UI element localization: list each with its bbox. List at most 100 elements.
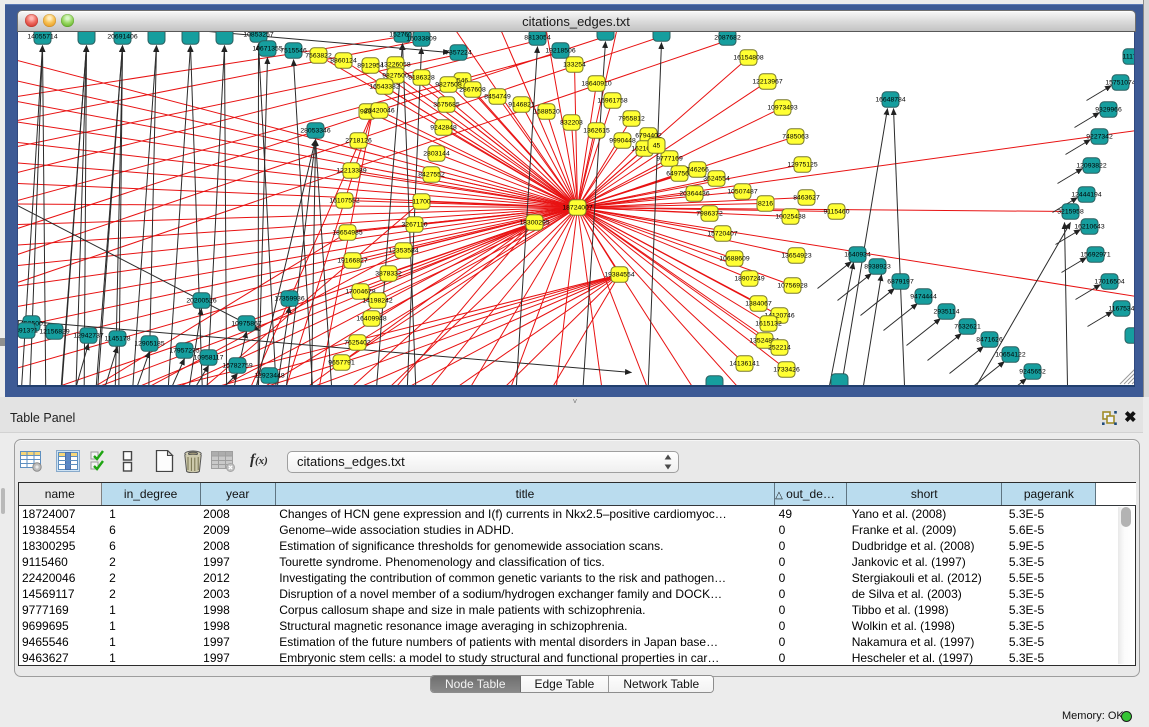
svg-text:8427552: 8427552	[418, 171, 445, 178]
svg-text:16409948: 16409948	[356, 315, 386, 322]
svg-text:16543382: 16543382	[369, 83, 399, 90]
svg-text:16782759: 16782759	[222, 362, 252, 369]
svg-text:16648784: 16648784	[875, 96, 905, 103]
svg-text:12975125: 12975125	[787, 161, 817, 168]
svg-text:14198242: 14198242	[362, 297, 392, 304]
svg-text:18907249: 18907249	[734, 275, 764, 282]
svg-text:15720407: 15720407	[707, 230, 737, 237]
svg-text:2935114: 2935114	[933, 308, 959, 315]
svg-text:7357224: 7357224	[445, 49, 472, 56]
svg-text:19218506: 19218506	[545, 47, 575, 54]
svg-text:3267110: 3267110	[401, 221, 427, 228]
svg-text:10973493: 10973493	[767, 104, 797, 111]
svg-text:18300295: 18300295	[519, 219, 549, 226]
svg-text:12213389: 12213389	[336, 167, 366, 174]
svg-text:17016504: 17016504	[1094, 278, 1124, 285]
svg-text:2718126: 2718126	[345, 137, 372, 144]
svg-text:746266: 746266	[686, 166, 709, 173]
svg-text:7485063: 7485063	[782, 133, 809, 140]
svg-text:9827508: 9827508	[435, 81, 462, 88]
svg-text:9242848: 9242848	[430, 124, 457, 131]
svg-text:3878332: 3878332	[375, 270, 402, 277]
svg-text:10671355: 10671355	[252, 45, 282, 52]
svg-text:12923448: 12923448	[254, 372, 284, 379]
svg-text:17957275: 17957275	[169, 347, 199, 354]
svg-text:16107552: 16107552	[329, 197, 359, 204]
svg-text:1362615: 1362615	[583, 127, 610, 134]
svg-text:12093822: 12093822	[1076, 162, 1106, 169]
svg-text:28053346: 28053346	[300, 127, 330, 134]
svg-text:9329966: 9329966	[1095, 106, 1122, 113]
svg-text:9990448: 9990448	[609, 137, 636, 144]
svg-text:7515546: 7515546	[280, 47, 307, 54]
svg-text:3913?1: 3913?1	[18, 327, 38, 334]
svg-text:13654923: 13654923	[781, 252, 811, 259]
svg-text:45: 45	[652, 142, 660, 149]
svg-text:20691406: 20691406	[107, 33, 137, 40]
svg-text:8216: 8216	[757, 200, 772, 207]
svg-text:12156829: 12156829	[39, 328, 69, 335]
svg-text:12353584: 12353584	[388, 247, 418, 254]
svg-text:11700: 11700	[412, 198, 431, 205]
svg-text:1733426: 1733426	[773, 366, 800, 373]
svg-text:1588520: 1588520	[533, 108, 560, 115]
svg-text:133254: 133254	[563, 61, 586, 68]
svg-text:8860124: 8860124	[330, 57, 357, 64]
svg-text:3215958: 3215958	[1057, 208, 1084, 215]
svg-text:2867608: 2867608	[459, 86, 486, 93]
svg-text:3675685: 3675685	[433, 101, 460, 108]
svg-text:15692971: 15692971	[1080, 251, 1110, 258]
svg-text:9227342: 9227342	[1086, 133, 1113, 140]
svg-text:18724007: 18724007	[562, 204, 592, 211]
svg-text:18640910: 18640910	[581, 80, 611, 87]
svg-text:9115460: 9115460	[823, 208, 849, 215]
svg-text:14055714: 14055714	[27, 33, 57, 40]
svg-text:19384554: 19384554	[604, 271, 634, 278]
svg-text:19166827: 19166827	[337, 257, 367, 264]
svg-text:7632621: 7632621	[954, 323, 981, 330]
svg-text:15751074: 15751074	[1105, 79, 1135, 86]
svg-text:8463627: 8463627	[793, 194, 820, 201]
svg-text:9245652: 9245652	[1019, 368, 1046, 375]
svg-text:3624554: 3624554	[703, 175, 730, 182]
svg-text:7563822: 7563822	[305, 52, 332, 59]
svg-text:9777169: 9777169	[656, 155, 683, 162]
svg-text:9146821: 9146821	[508, 101, 535, 108]
svg-text:9657791: 9657791	[328, 359, 355, 366]
svg-text:12942737: 12942737	[73, 332, 103, 339]
svg-text:16210643: 16210643	[1074, 223, 1104, 230]
svg-text:9474444: 9474444	[910, 293, 937, 300]
svg-text:12213967: 12213967	[752, 78, 782, 85]
svg-text:10975867: 10975867	[231, 320, 261, 327]
svg-text:1384067: 1384067	[745, 300, 772, 307]
svg-text:20364436: 20364436	[679, 190, 709, 197]
svg-text:20200526: 20200526	[186, 297, 216, 304]
svg-text:10688609: 10688609	[719, 255, 749, 262]
svg-text:8813054: 8813054	[524, 34, 551, 41]
svg-text:2087682: 2087682	[714, 34, 741, 41]
svg-text:7955812: 7955812	[618, 115, 645, 122]
svg-text:252214: 252214	[768, 344, 791, 351]
svg-text:16033809: 16033809	[406, 35, 436, 42]
svg-text:8454749: 8454749	[484, 93, 511, 100]
svg-text:10958117: 10958117	[193, 354, 223, 361]
svg-text:10853257: 10853257	[243, 32, 273, 39]
svg-text:8471626: 8471626	[976, 336, 1003, 343]
svg-text:832203: 832203	[560, 119, 583, 126]
svg-text:17359936: 17359936	[274, 295, 304, 302]
svg-text:7986372: 7986372	[696, 210, 723, 217]
svg-text:10756928: 10756928	[777, 282, 807, 289]
svg-text:8186328: 8186328	[408, 74, 435, 81]
svg-text:23420046: 23420046	[364, 107, 394, 114]
svg-text:10025438: 10025438	[775, 213, 805, 220]
svg-text:16961758: 16961758	[597, 97, 627, 104]
svg-text:16154808: 16154808	[733, 54, 763, 61]
svg-text:10654122: 10654122	[995, 351, 1025, 358]
svg-text:2803144: 2803144	[423, 150, 450, 157]
svg-text:7625402: 7625402	[344, 339, 371, 346]
svg-text:12905185: 12905185	[134, 340, 164, 347]
svg-text:11172: 11172	[1122, 53, 1135, 60]
svg-text:12444194: 12444194	[1071, 191, 1101, 198]
svg-text:18654985: 18654985	[332, 229, 362, 236]
svg-text:8938923: 8938923	[864, 263, 891, 270]
